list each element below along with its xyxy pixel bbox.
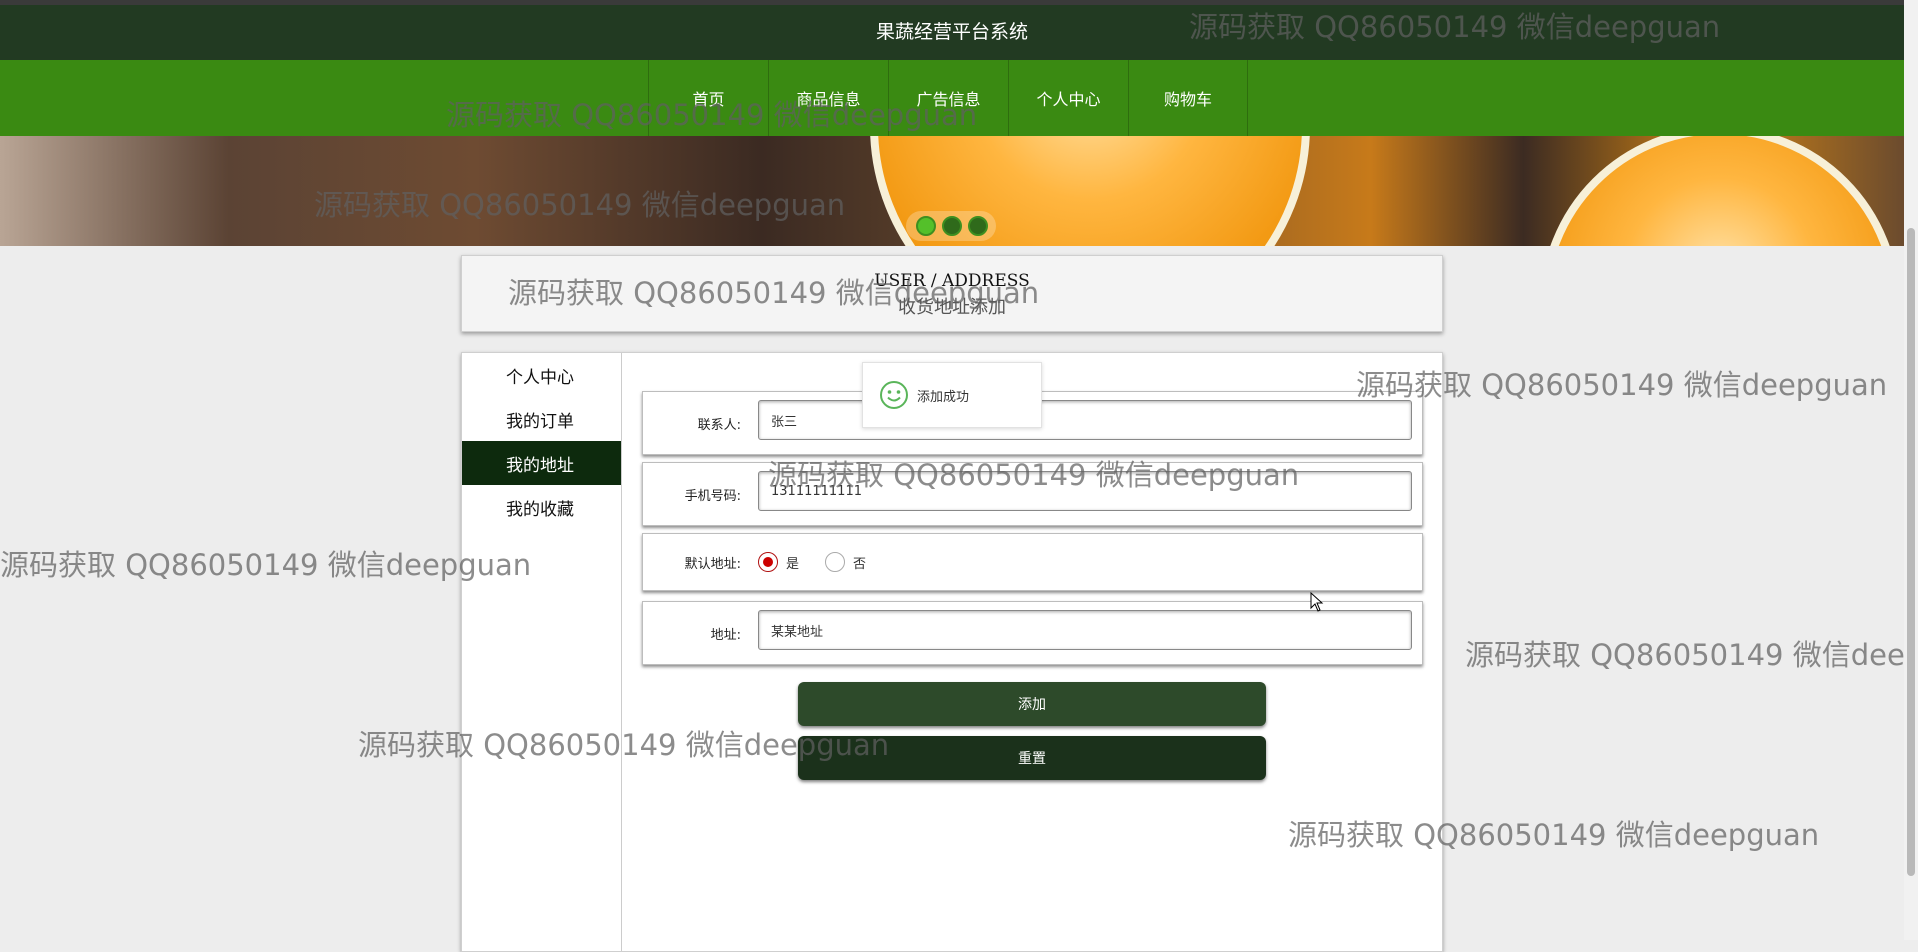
watermark-8: 源码获取 QQ86050149 微信deepguan (1465, 638, 1904, 672)
success-toast: 添加成功 (862, 362, 1042, 428)
content-panel: 个人中心 我的订单 我的地址 我的收藏 联系人: 张三 手机号码: 131111… (461, 352, 1443, 952)
carousel-dot-3[interactable] (968, 216, 988, 236)
nav-ads[interactable]: 广告信息 (888, 60, 1008, 136)
nav-personal-center[interactable]: 个人中心 (1008, 60, 1128, 136)
address-field-row: 地址: 某某地址 (642, 601, 1423, 665)
default-address-row: 默认地址: 是 否 (642, 533, 1423, 591)
watermark-7: 源码获取 QQ86050149 微信deepguan (0, 548, 532, 582)
contact-input[interactable]: 张三 (758, 400, 1412, 440)
nav-cart[interactable]: 购物车 (1128, 60, 1248, 136)
top-header: 果蔬经营平台系统 (0, 0, 1904, 60)
reset-button[interactable]: 重置 (798, 736, 1266, 780)
site-title: 果蔬经营平台系统 (875, 20, 1028, 43)
radio-yes-label[interactable]: 是 (786, 553, 799, 572)
nav-products[interactable]: 商品信息 (768, 60, 888, 136)
radio-yes[interactable] (758, 552, 778, 572)
phone-field-row: 手机号码: 13111111111 (642, 462, 1423, 526)
phone-input[interactable]: 13111111111 (758, 471, 1412, 511)
sidebar-item-favorites[interactable]: 我的收藏 (462, 485, 621, 529)
mouse-cursor-icon (1310, 592, 1324, 612)
banner-orange-image-2 (1540, 136, 1900, 246)
nav-home[interactable]: 首页 (648, 60, 768, 136)
page-title-en: USER / ADDRESS (874, 271, 1030, 291)
sidebar-item-orders[interactable]: 我的订单 (462, 397, 621, 441)
radio-no[interactable] (825, 552, 846, 572)
page-title-box: USER / ADDRESS 收货地址添加 (461, 255, 1443, 332)
add-button[interactable]: 添加 (798, 682, 1266, 726)
sidebar-item-address[interactable]: 我的地址 (462, 441, 621, 485)
sidebar: 个人中心 我的订单 我的地址 我的收藏 (462, 353, 622, 951)
carousel-dot-1[interactable] (916, 216, 936, 236)
carousel-dot-2[interactable] (942, 216, 962, 236)
scroll-thumb[interactable] (1907, 228, 1915, 876)
default-address-label: 默认地址: (684, 556, 741, 572)
sidebar-item-personal-center[interactable]: 个人中心 (462, 353, 621, 397)
default-address-radio-group: 是 否 (758, 534, 892, 590)
page-title: 收货地址添加 (898, 297, 1006, 318)
radio-no-label[interactable]: 否 (853, 553, 866, 572)
page-scrollbar[interactable] (1904, 0, 1918, 940)
address-input[interactable]: 某某地址 (758, 610, 1412, 650)
toast-message: 添加成功 (917, 389, 970, 405)
address-label: 地址: (710, 627, 741, 643)
contact-label: 联系人: (697, 417, 741, 433)
smile-icon (880, 381, 908, 409)
main-nav: 首页 商品信息 广告信息 个人中心 购物车 (0, 60, 1904, 136)
phone-label: 手机号码: (684, 488, 741, 504)
